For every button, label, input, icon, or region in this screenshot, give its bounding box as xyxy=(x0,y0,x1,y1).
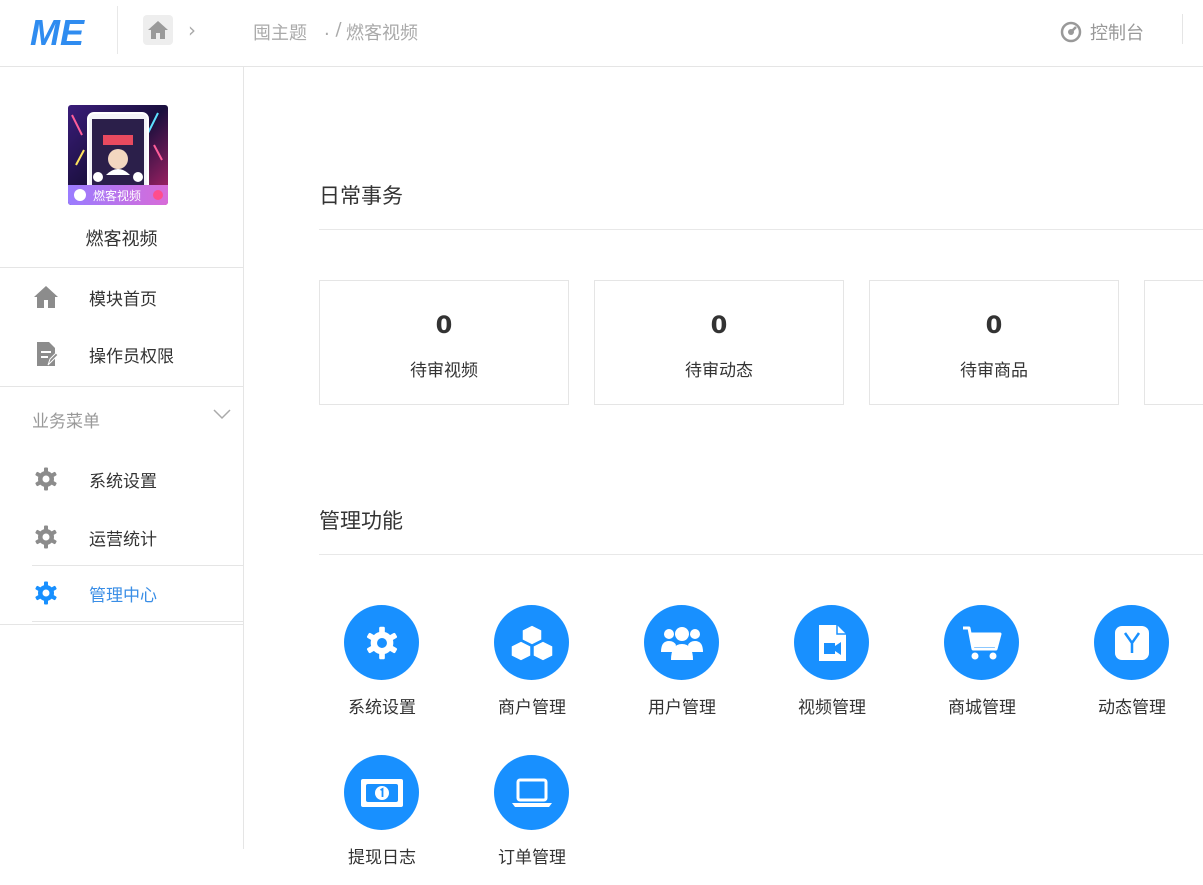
stat-label: 待审动态 xyxy=(685,361,753,381)
stat-label: 待审视频 xyxy=(410,361,478,381)
breadcrumb-separator: . / xyxy=(324,19,342,40)
document-edit-icon xyxy=(33,341,59,367)
stat-card-pending-posts[interactable]: 0 待审动态 xyxy=(594,280,844,405)
function-label: 提现日志 xyxy=(348,848,416,868)
sidebar-item-label: 系统设置 xyxy=(89,472,157,492)
section-title: 业务菜单 xyxy=(32,412,100,432)
console-label: 控制台 xyxy=(1090,23,1144,44)
sidebar-item-label: 模块首页 xyxy=(89,290,157,310)
function-video-management[interactable]: 视频管理 xyxy=(757,605,907,735)
top-bar: ME › 囤主题 . / 燃客视频 控制台 xyxy=(0,0,1203,67)
divider xyxy=(0,624,243,625)
daily-affairs-title: 日常事务 xyxy=(319,184,403,208)
boxes-icon xyxy=(494,605,569,680)
function-posts-management[interactable]: 动态管理 xyxy=(1057,605,1203,735)
gear-icon xyxy=(33,580,59,606)
sidebar: 燃客视频 燃客视频 模块首页 操作员权限 业务菜单 系统设置 运营统计 管理中心 xyxy=(0,67,244,849)
function-order-management[interactable]: 订单管理 xyxy=(457,755,607,885)
stat-card-partial[interactable] xyxy=(1144,280,1203,405)
function-merchant-management[interactable]: 商户管理 xyxy=(457,605,607,735)
sidebar-item-management-center[interactable]: 管理中心 xyxy=(0,568,243,616)
cart-icon xyxy=(944,605,1019,680)
dashboard-icon xyxy=(1060,21,1082,43)
sidebar-item-operation-stats[interactable]: 运营统计 xyxy=(0,512,243,560)
divider xyxy=(319,229,1203,230)
app-name: 燃客视频 xyxy=(85,229,158,250)
sidebar-item-module-home[interactable]: 模块首页 xyxy=(0,272,243,320)
sidebar-item-label: 管理中心 xyxy=(89,586,157,606)
function-label: 订单管理 xyxy=(498,848,566,868)
stat-card-pending-products[interactable]: 0 待审商品 xyxy=(869,280,1119,405)
divider xyxy=(117,6,118,54)
function-withdraw-log[interactable]: 提现日志 xyxy=(307,755,457,885)
money-icon xyxy=(344,755,419,830)
function-label: 用户管理 xyxy=(648,698,716,718)
stat-value: 0 xyxy=(985,311,1003,339)
stat-value: 0 xyxy=(435,311,453,339)
sidebar-item-system-settings[interactable]: 系统设置 xyxy=(0,454,243,502)
sidebar-item-label: 操作员权限 xyxy=(89,347,174,367)
divider xyxy=(32,621,243,622)
app-thumbnail: 燃客视频 xyxy=(68,105,168,205)
function-label: 系统设置 xyxy=(348,698,416,718)
breadcrumb-current: 燃客视频 xyxy=(346,23,418,44)
video-file-icon xyxy=(794,605,869,680)
stat-card-pending-videos[interactable]: 0 待审视频 xyxy=(319,280,569,405)
home-icon xyxy=(33,284,59,310)
gear-icon xyxy=(344,605,419,680)
breadcrumb-root[interactable]: 囤主题 xyxy=(253,19,307,45)
console-link[interactable]: 控制台 xyxy=(1060,19,1144,45)
sidebar-item-operator-permissions[interactable]: 操作员权限 xyxy=(0,329,243,377)
divider xyxy=(319,554,1203,555)
y-square-icon xyxy=(1094,605,1169,680)
gear-icon xyxy=(33,524,59,550)
home-icon xyxy=(148,21,168,39)
function-label: 动态管理 xyxy=(1098,698,1166,718)
laptop-icon xyxy=(494,755,569,830)
function-system-settings[interactable]: 系统设置 xyxy=(307,605,457,735)
divider xyxy=(32,565,243,566)
sidebar-item-label: 运营统计 xyxy=(89,530,157,550)
gear-icon xyxy=(33,466,59,492)
function-label: 视频管理 xyxy=(798,698,866,718)
chevron-right-icon: › xyxy=(188,18,196,42)
svg-text:ME: ME xyxy=(30,14,85,50)
users-icon xyxy=(644,605,719,680)
function-label: 商城管理 xyxy=(948,698,1016,718)
divider xyxy=(0,386,243,387)
stat-value: 0 xyxy=(710,311,728,339)
stat-label: 待审商品 xyxy=(960,361,1028,381)
chevron-down-icon[interactable] xyxy=(213,405,231,424)
divider xyxy=(0,267,243,268)
home-button[interactable] xyxy=(143,15,173,45)
svg-text:燃客视频: 燃客视频 xyxy=(93,188,141,203)
app-logo[interactable]: ME xyxy=(30,12,94,53)
function-user-management[interactable]: 用户管理 xyxy=(607,605,757,735)
function-mall-management[interactable]: 商城管理 xyxy=(907,605,1057,735)
management-functions-title: 管理功能 xyxy=(319,509,403,533)
divider xyxy=(1182,14,1183,44)
function-label: 商户管理 xyxy=(498,698,566,718)
